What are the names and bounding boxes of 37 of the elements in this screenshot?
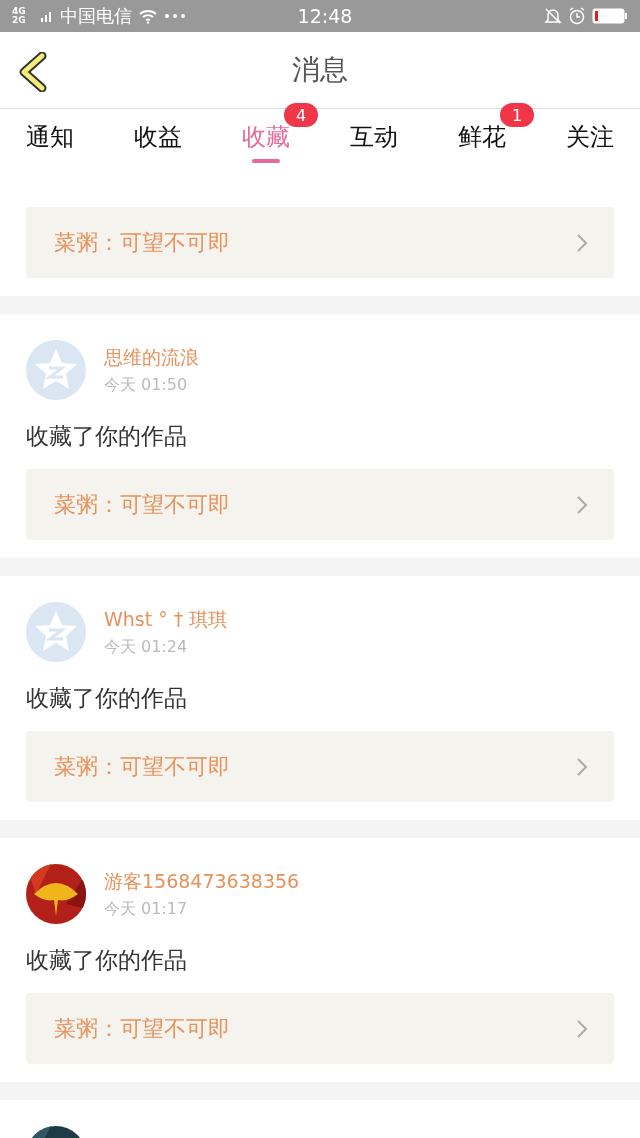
work-link[interactable]: 菜粥：可望不可即 (26, 993, 614, 1064)
bell-muted-icon (544, 7, 562, 25)
message-time: 今天 01:50 (104, 374, 189, 396)
tab[interactable]: 关注 (566, 109, 614, 165)
tab-underline (252, 159, 280, 163)
work-link[interactable]: 菜粥：可望不可即 (26, 207, 614, 278)
wifi-icon (138, 8, 158, 24)
work-link[interactable]: 菜粥：可望不可即 (26, 469, 614, 540)
count-badge: 4 (284, 103, 318, 127)
signal-icon (40, 9, 54, 23)
carrier-name: 中国电信 (60, 4, 132, 28)
message-time: 今天 01:17 (104, 898, 189, 920)
avatar-icon (26, 602, 86, 662)
clock-time: 12:48 (296, 5, 354, 27)
message-text: 收藏了你的作品 (26, 946, 188, 974)
count-badge: 1 (500, 103, 534, 127)
message-text: 收藏了你的作品 (26, 684, 188, 712)
user-name[interactable]: 思维的流浪 (104, 344, 199, 371)
more-icon (164, 13, 186, 19)
user-name[interactable]: 游客1568473638356 (104, 868, 300, 895)
back-icon[interactable] (18, 52, 48, 92)
chevron-right-icon (576, 1018, 588, 1039)
work-link[interactable]: 菜粥：可望不可即 (26, 731, 614, 802)
chevron-right-icon (576, 232, 588, 253)
avatar-icon (26, 340, 86, 400)
tab[interactable]: 收益 (134, 109, 182, 165)
alarm-icon (568, 7, 586, 25)
page-title: 消息 (292, 52, 348, 88)
message-text: 收藏了你的作品 (26, 422, 188, 450)
chevron-right-icon (576, 494, 588, 515)
tab[interactable]: 通知 (26, 109, 74, 165)
user-name[interactable]: Whst ° † 琪琪 (104, 606, 228, 633)
network-label: 4G 2G (12, 7, 27, 25)
chevron-right-icon (576, 756, 588, 777)
tab[interactable]: 互动 (350, 109, 398, 165)
message-time: 今天 01:24 (104, 636, 189, 658)
battery-icon (592, 8, 628, 24)
